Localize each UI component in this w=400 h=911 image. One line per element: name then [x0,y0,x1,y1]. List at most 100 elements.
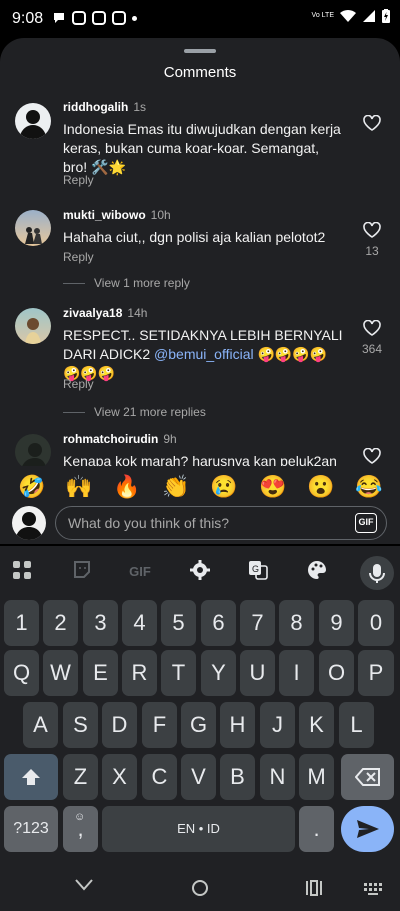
key-p[interactable]: P [358,650,394,696]
signal-icon [363,10,375,22]
microphone-icon[interactable] [360,556,394,590]
key-s[interactable]: S [63,702,98,748]
keyboard-switch-icon[interactable] [364,882,382,900]
wifi-icon [340,9,356,22]
period-key[interactable]: . [299,806,334,852]
key-d[interactable]: D [102,702,137,748]
key-x[interactable]: X [102,754,137,800]
key-n[interactable]: N [260,754,295,800]
like-icon[interactable] [362,114,382,136]
drag-handle[interactable] [184,49,216,53]
notification-icons [52,11,137,25]
backspace-key[interactable] [341,754,394,800]
keyboard-toolbar: GIF G [0,546,400,598]
view-more-replies[interactable]: View 1 more reply [63,276,190,290]
space-bar[interactable]: EN • ID [102,806,295,852]
key-7[interactable]: 7 [240,600,275,646]
key-l[interactable]: L [339,702,374,748]
settings-gear-icon[interactable] [186,559,214,583]
key-5[interactable]: 5 [161,600,196,646]
key-a[interactable]: A [23,702,58,748]
emoji-button[interactable]: 😂 [354,474,384,500]
comment-input[interactable] [68,507,338,539]
key-0[interactable]: 0 [358,600,394,646]
emoji-button[interactable]: 👏 [161,474,191,500]
comment-username[interactable]: rohmatchoirudin [63,432,158,446]
key-f[interactable]: F [142,702,177,748]
reply-button[interactable]: Reply [63,173,94,187]
emoji-button[interactable]: 😍 [258,474,288,500]
key-m[interactable]: M [299,754,334,800]
view-more-label[interactable]: View 21 more replies [94,405,206,419]
view-more-replies[interactable]: View 21 more replies [63,405,206,419]
instagram-notification-icon-2 [112,11,126,25]
status-time: 9:08 [12,10,44,27]
sticker-icon[interactable] [68,559,96,583]
system-icons: Vo LTE [312,9,390,23]
battery-icon [382,9,390,23]
key-o[interactable]: O [319,650,354,696]
reply-button[interactable]: Reply [63,377,94,391]
key-1[interactable]: 1 [4,600,39,646]
gif-tool[interactable]: GIF [126,564,154,588]
like-icon[interactable] [362,319,382,341]
emoji-button[interactable]: 🙌 [64,474,94,500]
key-h[interactable]: H [220,702,255,748]
gif-button[interactable]: GIF [355,513,377,533]
key-q[interactable]: Q [4,650,39,696]
avatar[interactable] [15,103,51,139]
comment-username[interactable]: riddhogalih [63,100,128,114]
avatar[interactable] [15,308,51,344]
key-3[interactable]: 3 [83,600,118,646]
recents-icon[interactable] [305,879,323,902]
key-t[interactable]: T [161,650,196,696]
comment-header: rohmatchoirudin 9h [63,432,177,446]
reply-button[interactable]: Reply [63,250,94,264]
key-u[interactable]: U [240,650,275,696]
comment-username[interactable]: zivaalya18 [63,306,122,320]
home-circle-icon[interactable] [191,879,209,902]
avatar[interactable] [15,210,51,246]
translate-icon[interactable]: G [244,559,272,583]
theme-palette-icon[interactable] [303,559,331,583]
emoji-button[interactable]: 🔥 [112,474,142,500]
emoji-button[interactable]: 🤣 [17,474,47,500]
comment-text: Indonesia Emas itu diwujudkan dengan ker… [63,121,341,175]
view-more-label[interactable]: View 1 more reply [94,276,190,290]
key-k[interactable]: K [299,702,334,748]
comment-time: 14h [127,306,148,320]
key-e[interactable]: E [83,650,118,696]
key-r[interactable]: R [122,650,157,696]
key-6[interactable]: 6 [201,600,236,646]
comma-emoji-key[interactable]: ☺ , [63,806,98,852]
divider-line [63,283,85,285]
comment-input-box[interactable]: GIF [55,506,387,540]
key-9[interactable]: 9 [319,600,354,646]
shift-key[interactable] [4,754,58,800]
avatar[interactable] [15,434,51,470]
emoji-button[interactable]: 😮 [306,474,336,500]
comment-header: mukti_wibowo 10h [63,208,171,222]
divider-line [63,412,85,414]
key-v[interactable]: V [181,754,216,800]
key-8[interactable]: 8 [279,600,314,646]
key-j[interactable]: J [260,702,295,748]
comment-username[interactable]: mukti_wibowo [63,208,146,222]
key-c[interactable]: C [142,754,177,800]
key-w[interactable]: W [43,650,78,696]
back-chevron-icon[interactable] [74,878,94,897]
key-i[interactable]: I [279,650,314,696]
key-4[interactable]: 4 [122,600,157,646]
key-b[interactable]: B [220,754,255,800]
status-bar: 9:08 Vo LTE [0,0,400,38]
symbols-key[interactable]: ?123 [4,806,58,852]
like-icon[interactable] [362,221,382,243]
mention-link[interactable]: @bemui_official [154,346,254,362]
apps-grid-icon[interactable] [8,559,36,583]
key-g[interactable]: G [181,702,216,748]
comment-text: RESPECT.. SETIDAKNYA LEBIH BERNYALI DARI… [63,326,343,383]
key-y[interactable]: Y [201,650,236,696]
send-key[interactable] [341,806,394,852]
emoji-button[interactable]: 😢 [209,474,239,500]
key-2[interactable]: 2 [43,600,78,646]
